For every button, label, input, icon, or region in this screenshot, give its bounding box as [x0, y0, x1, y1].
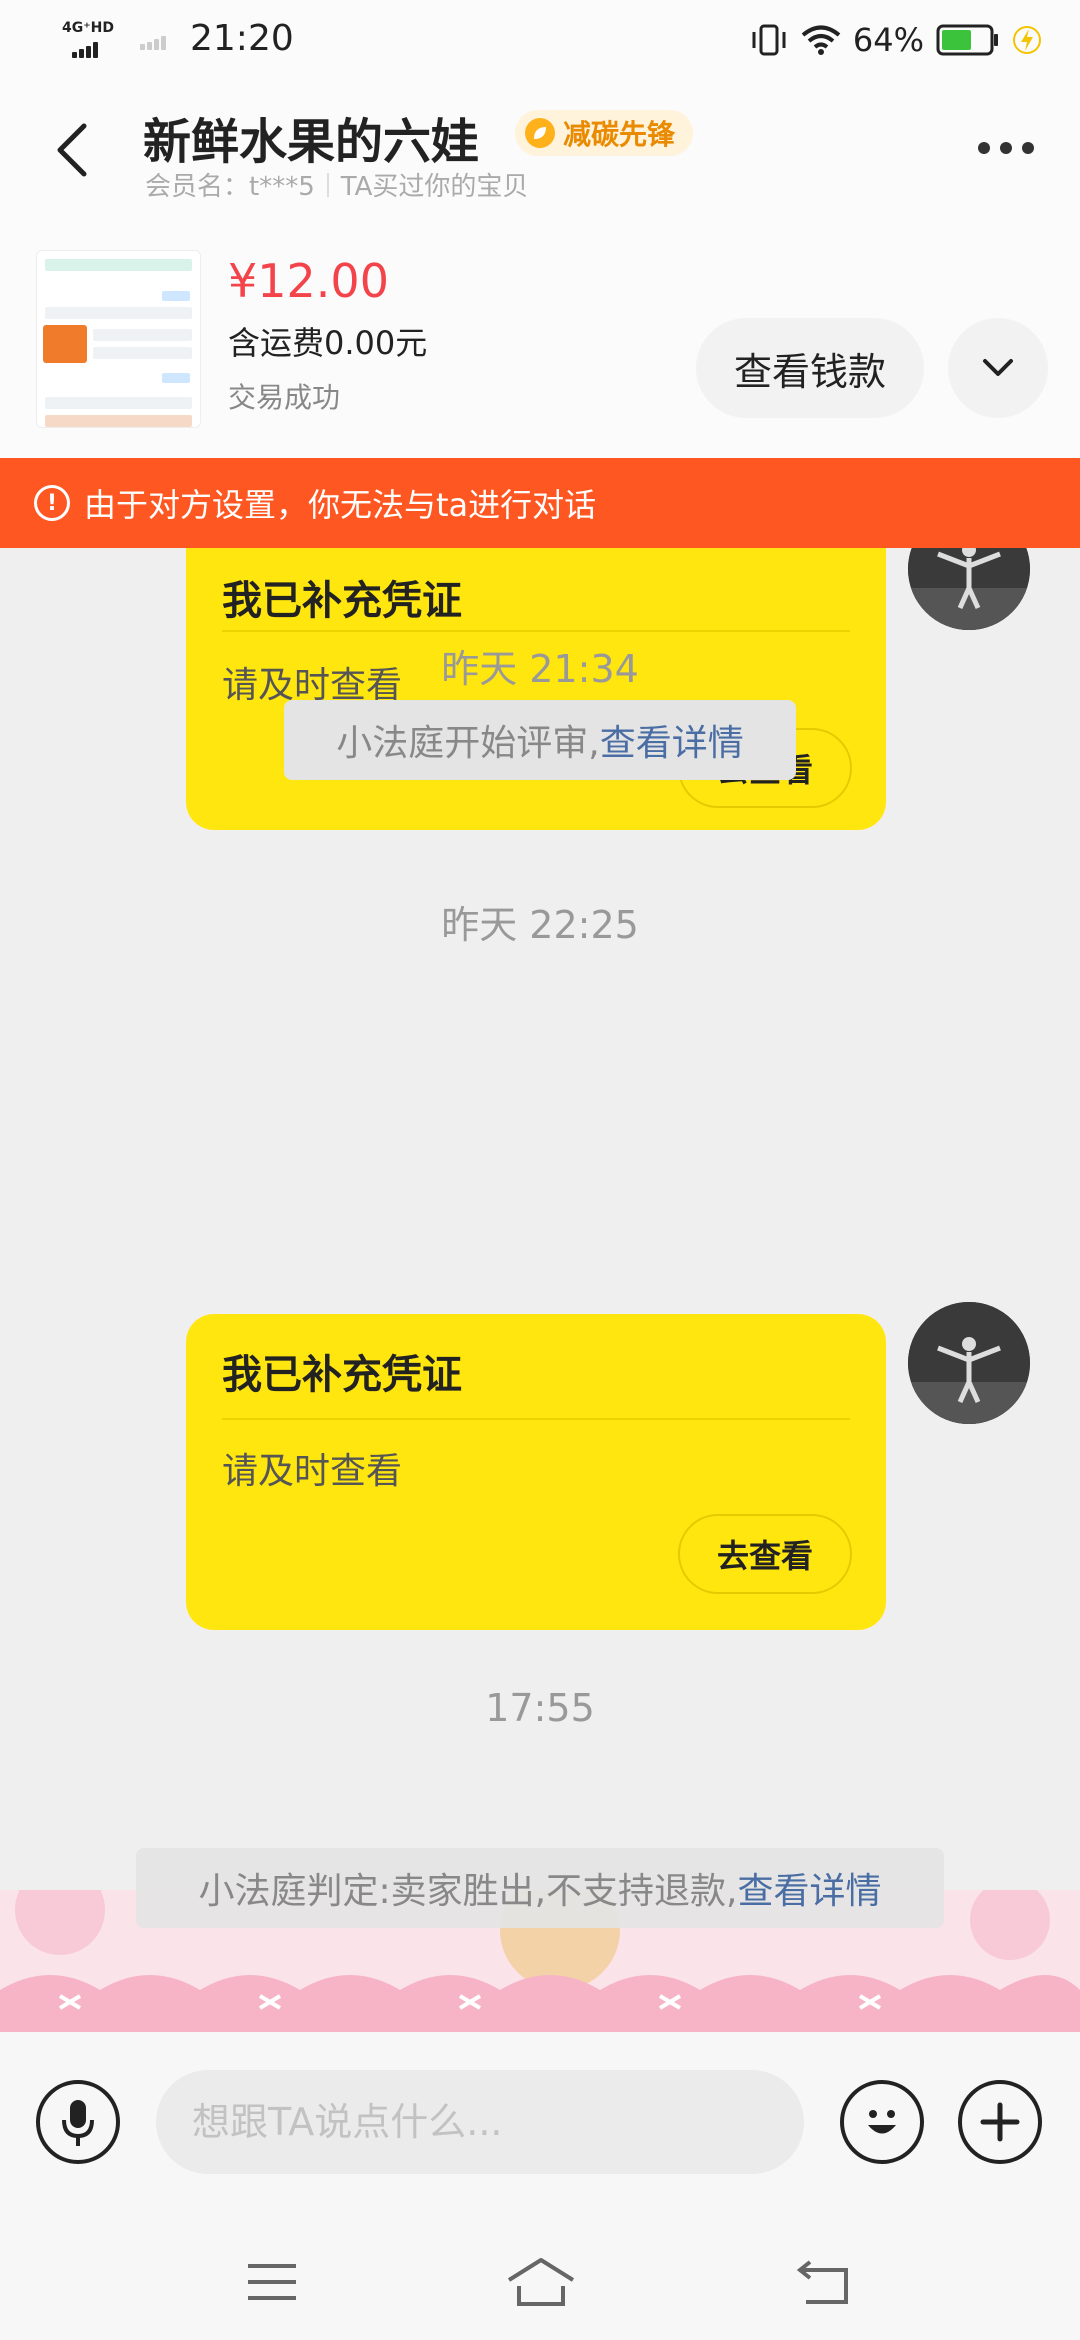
system-text: 小法庭判定:卖家胜出,不支持退款,: [198, 1871, 738, 1912]
home-icon[interactable]: [505, 2256, 577, 2308]
message-list[interactable]: 我已补充凭证 请及时查看 去查看 昨天 21:34 小法庭开始评审,查看详情 昨…: [0, 548, 1080, 2032]
evidence-card: 我已补充凭证 请及时查看 去查看: [186, 1314, 886, 1630]
product-thumbnail[interactable]: [36, 250, 201, 428]
input-bar: [0, 2032, 1080, 2222]
message-timestamp: 昨天 22:25: [441, 903, 639, 947]
view-details-link[interactable]: 查看详情: [600, 714, 744, 766]
battery-percent: 64%: [852, 21, 924, 59]
avatar[interactable]: [908, 1302, 1030, 1424]
vibrate-icon: [752, 24, 786, 56]
member-name: 会员名：t***5: [145, 172, 315, 202]
order-price: ¥12.00: [228, 254, 389, 308]
shipping-fee: 含运费0.00元: [228, 324, 428, 362]
system-nav-bar: [0, 2222, 1080, 2340]
plus-icon[interactable]: [958, 2080, 1042, 2164]
more-options-icon[interactable]: [978, 142, 1034, 154]
order-status: 交易成功: [228, 381, 341, 414]
network-label: 4G⁺HD: [62, 20, 114, 36]
expand-button[interactable]: [948, 318, 1048, 418]
clock: 21:20: [190, 18, 294, 59]
chat-header: 新鲜水果的六娃 减碳先锋 会员名：t***5 TA买过你的宝贝: [0, 80, 1080, 210]
contact-subtitle: 会员名：t***5 TA买过你的宝贝: [145, 166, 528, 203]
chevron-down-icon: [983, 359, 1013, 376]
check-payment-button[interactable]: 查看钱款: [696, 318, 924, 418]
carbon-badge[interactable]: 减碳先锋: [515, 110, 694, 156]
wifi-icon: [801, 25, 841, 55]
exclamation-circle-icon: !: [34, 485, 70, 521]
card-divider: [222, 1418, 850, 1420]
emoji-icon[interactable]: [840, 2080, 924, 2164]
status-bar: 4G⁺HD 21:20 64%: [0, 0, 1080, 80]
network-indicator: 4G⁺HD: [62, 20, 122, 60]
badge-label: 减碳先锋: [563, 118, 676, 151]
card-title: 我已补充凭证: [222, 578, 462, 624]
charging-icon: [1013, 26, 1041, 54]
system-message: 小法庭开始评审, 查看详情: [284, 700, 796, 780]
restriction-text: 由于对方设置，你无法与ta进行对话: [84, 486, 597, 524]
card-divider: [222, 630, 850, 632]
contact-name: 新鲜水果的六娃: [143, 114, 480, 170]
back-nav-icon[interactable]: [796, 2258, 852, 2306]
order-card[interactable]: ¥12.00 含运费0.00元 交易成功 查看钱款: [0, 210, 1080, 458]
relation-label: TA买过你的宝贝: [340, 172, 529, 202]
divider: [326, 172, 329, 197]
back-arrow-icon[interactable]: [52, 120, 92, 180]
system-message: 小法庭判定:卖家胜出,不支持退款, 查看详情: [136, 1848, 944, 1928]
message-timestamp: 昨天 21:34: [441, 647, 639, 691]
avatar[interactable]: [908, 548, 1030, 630]
message-input[interactable]: [156, 2070, 804, 2174]
view-button[interactable]: 去查看: [678, 1514, 852, 1594]
leaf-icon: [525, 118, 555, 148]
card-subtitle: 请及时查看: [222, 1451, 403, 1492]
restriction-banner: ! 由于对方设置，你无法与ta进行对话: [0, 458, 1080, 548]
card-title: 我已补充凭证: [222, 1352, 462, 1398]
view-details-link[interactable]: 查看详情: [738, 1862, 882, 1914]
microphone-icon[interactable]: [36, 2080, 120, 2164]
battery-icon: [936, 24, 998, 56]
message-timestamp: 17:55: [485, 1686, 595, 1730]
system-text: 小法庭开始评审,: [336, 723, 600, 764]
menu-icon[interactable]: [244, 2262, 300, 2302]
